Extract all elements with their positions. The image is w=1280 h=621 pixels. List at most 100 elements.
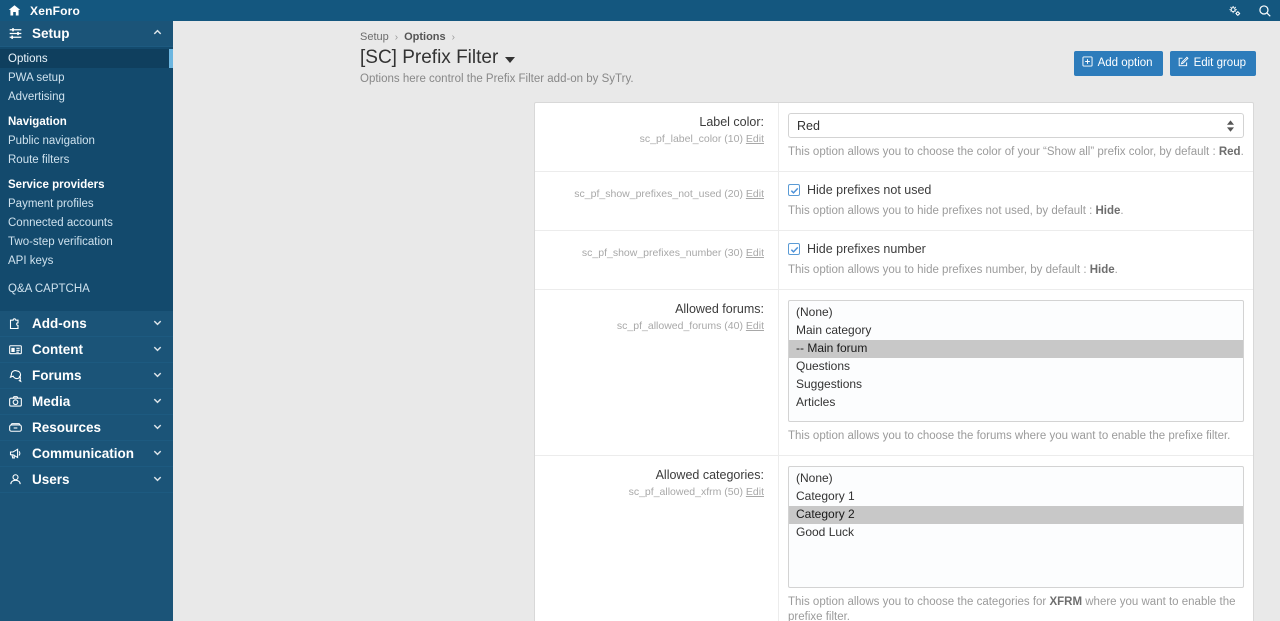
- sidebar-section-resources[interactable]: Resources: [0, 415, 173, 441]
- add-option-button[interactable]: Add option: [1073, 51, 1163, 76]
- page-title[interactable]: [SC] Prefix Filter: [360, 45, 1074, 71]
- list-item[interactable]: Category 2: [789, 506, 1243, 524]
- sidebar-item-label: Q&A CAPTCHA: [8, 282, 90, 295]
- field-label: Allowed categories:: [655, 468, 764, 482]
- add-option-label: Add option: [1097, 57, 1153, 69]
- list-item[interactable]: Questions: [789, 358, 1243, 376]
- sidebar-item-label: API keys: [8, 254, 54, 267]
- field-hint: This option allows you to choose the cat…: [788, 595, 1244, 621]
- sidebar-item-qa-captcha[interactable]: Q&A CAPTCHA: [0, 279, 173, 298]
- sidebar-item-label: Options: [8, 52, 48, 65]
- row-field: Hide prefixes number This option allows …: [779, 231, 1253, 289]
- breadcrumb-item-setup[interactable]: Setup: [360, 31, 389, 43]
- sidebar-section-media[interactable]: Media: [0, 389, 173, 415]
- row-label: Label color: sc_pf_label_color (10) Edit: [535, 103, 779, 171]
- sidebar-section-users[interactable]: Users: [0, 467, 173, 493]
- list-item[interactable]: Category 1: [789, 488, 1243, 506]
- header-actions: Add option Edit group: [1073, 45, 1256, 76]
- hide-prefixes-not-used-checkbox[interactable]: Hide prefixes not used: [788, 182, 1244, 197]
- field-label: Label color:: [699, 115, 764, 129]
- pencil-square-icon: [1178, 56, 1189, 70]
- chevron-down-icon: [152, 342, 163, 357]
- page-header: [SC] Prefix Filter Options here control …: [173, 45, 1280, 85]
- sidebar-section-content[interactable]: Content: [0, 337, 173, 363]
- hint-bold: XFRM: [1049, 596, 1083, 608]
- spinner-updown-icon: [1227, 119, 1234, 132]
- chevron-up-icon: [152, 26, 163, 41]
- sidebar-item-pwa-setup[interactable]: PWA setup: [0, 68, 173, 87]
- sidebar-item-label: Payment profiles: [8, 197, 94, 210]
- field-meta: sc_pf_show_prefixes_number (30) Edit: [547, 246, 764, 260]
- check-icon: [788, 184, 800, 196]
- hint-pre: This option allows you to choose the col…: [788, 146, 1219, 158]
- edit-group-button[interactable]: Edit group: [1169, 51, 1256, 76]
- sidebar-section-add-ons[interactable]: Add-ons: [0, 311, 173, 337]
- field-edit-link[interactable]: Edit: [746, 320, 764, 332]
- content-area: Setup › Options › [SC] Prefix Filter Opt…: [173, 21, 1280, 621]
- sidebar-section-label: Communication: [32, 446, 135, 461]
- sidebar-item-payment-profiles[interactable]: Payment profiles: [0, 194, 173, 213]
- caret-down-icon[interactable]: [505, 56, 516, 63]
- hide-prefixes-number-checkbox[interactable]: Hide prefixes number: [788, 241, 1244, 256]
- user-icon: [8, 472, 30, 487]
- chevron-down-icon: [152, 446, 163, 461]
- field-key: sc_pf_allowed_forums (40): [616, 320, 743, 332]
- sidebar-item-two-step-verification[interactable]: Two-step verification: [0, 232, 173, 251]
- form-row-allowed-forums: Allowed forums: sc_pf_allowed_forums (40…: [535, 290, 1253, 456]
- chevron-down-icon: [152, 368, 163, 383]
- allowed-categories-listbox[interactable]: (None) Category 1 Category 2 Good Luck: [788, 466, 1244, 588]
- sidebar-item-public-navigation[interactable]: Public navigation: [0, 131, 173, 150]
- content-box-icon: [8, 342, 30, 357]
- page-title-text: [SC] Prefix Filter: [360, 47, 499, 68]
- sliders-icon: [8, 26, 30, 41]
- sidebar-item-connected-accounts[interactable]: Connected accounts: [0, 213, 173, 232]
- sidebar-section-label: Content: [32, 342, 83, 357]
- search-icon[interactable]: [1250, 0, 1280, 21]
- sidebar-section-forums[interactable]: Forums: [0, 363, 173, 389]
- page-body: Setup Options PWA setup Advertising Navi…: [0, 21, 1280, 621]
- breadcrumb-separator: ›: [394, 31, 399, 43]
- list-item[interactable]: Articles: [789, 394, 1243, 412]
- sidebar-section-setup[interactable]: Setup: [0, 21, 173, 47]
- sidebar-section-communication[interactable]: Communication: [0, 441, 173, 467]
- field-edit-link[interactable]: Edit: [746, 188, 764, 200]
- sidebar-gap-bottom: [0, 298, 173, 307]
- hint-post: .: [1114, 264, 1118, 276]
- field-edit-link[interactable]: Edit: [746, 133, 764, 145]
- sidebar-item-route-filters[interactable]: Route filters: [0, 150, 173, 169]
- sidebar-section-label: Media: [32, 394, 71, 409]
- field-hint: This option allows you to choose the col…: [788, 145, 1244, 160]
- field-label: Allowed forums:: [675, 302, 764, 316]
- list-item[interactable]: Good Luck: [789, 524, 1243, 542]
- options-form: Label color: sc_pf_label_color (10) Edit…: [534, 102, 1254, 621]
- sidebar-group-title-navigation: Navigation: [8, 116, 67, 128]
- breadcrumb-item-options[interactable]: Options: [404, 31, 446, 43]
- sidebar-item-api-keys[interactable]: API keys: [0, 251, 173, 270]
- sidebar-inner: Setup Options PWA setup Advertising Navi…: [0, 21, 173, 493]
- list-item[interactable]: Suggestions: [789, 376, 1243, 394]
- sidebar-item-label: Two-step verification: [8, 235, 113, 248]
- row-field: Red This option allows you to choose the…: [779, 103, 1253, 171]
- list-item[interactable]: -- Main forum: [789, 340, 1243, 358]
- field-edit-link[interactable]: Edit: [746, 486, 764, 498]
- checkbox-label: Hide prefixes number: [807, 242, 926, 256]
- tools-gears-icon[interactable]: [1220, 0, 1250, 21]
- home-icon[interactable]: [0, 4, 28, 17]
- list-item[interactable]: Main category: [789, 322, 1243, 340]
- list-item[interactable]: (None): [789, 470, 1243, 488]
- row-label: Allowed forums: sc_pf_allowed_forums (40…: [535, 290, 779, 455]
- sidebar-setup-submenu: Options PWA setup Advertising Navigation…: [0, 47, 173, 311]
- sidebar-item-advertising[interactable]: Advertising: [0, 87, 173, 106]
- page-header-titles: [SC] Prefix Filter Options here control …: [360, 45, 1074, 85]
- megaphone-icon: [8, 446, 30, 461]
- row-label: Allowed categories: sc_pf_allowed_xfrm (…: [535, 456, 779, 621]
- list-item[interactable]: (None): [789, 304, 1243, 322]
- brand-title[interactable]: XenForo: [28, 4, 80, 18]
- label-color-select[interactable]: Red: [788, 113, 1244, 138]
- field-edit-link[interactable]: Edit: [746, 247, 764, 259]
- sidebar-item-label: Advertising: [8, 90, 65, 103]
- sidebar-item-options[interactable]: Options: [0, 49, 173, 68]
- row-label: sc_pf_show_prefixes_not_used (20) Edit: [535, 172, 779, 230]
- allowed-forums-listbox[interactable]: (None) Main category -- Main forum Quest…: [788, 300, 1244, 422]
- field-meta: sc_pf_allowed_forums (40) Edit: [547, 319, 764, 333]
